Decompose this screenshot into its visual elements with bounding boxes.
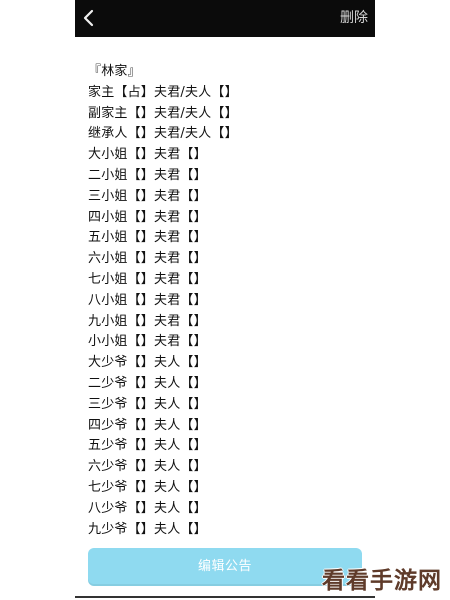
announcement-line: 九小姐【】夫君【】 xyxy=(88,313,207,329)
announcement-line: 六少爷【】夫人【】 xyxy=(88,459,207,475)
announcement-line: 继承人【】夫君/夫人【】 xyxy=(88,126,238,142)
announcement-line: 小小姐【】夫君【】 xyxy=(88,334,207,350)
announcement-line: 大小姐【】夫君【】 xyxy=(88,147,207,163)
announcement-line: 六小姐【】夫君【】 xyxy=(88,251,207,267)
edit-announcement-label: 编辑公告 xyxy=(197,559,252,574)
announcement-line: 五小姐【】夫君【】 xyxy=(88,230,207,246)
edit-announcement-button[interactable]: 编辑公告 xyxy=(88,548,362,586)
announcement-line: 三小姐【】夫君【】 xyxy=(88,188,207,204)
announcement-line: 副家主【】夫君/夫人【】 xyxy=(88,105,238,121)
announcement-line: 二小姐【】夫君【】 xyxy=(88,167,207,183)
announcement-line: 四小姐【】夫君【】 xyxy=(88,209,207,225)
announcement-text: 『林家』 家主【占】夫君/夫人【】 副家主【】夫君/夫人【】 继承人【】夫君/夫… xyxy=(88,62,348,540)
top-bar xyxy=(75,0,375,37)
announcement-line: 八少爷【】夫人【】 xyxy=(88,500,207,516)
announcement-line: 七少爷【】夫人【】 xyxy=(88,479,207,495)
chevron-left-icon[interactable] xyxy=(80,9,98,27)
announcement-line: 七小姐【】夫君【】 xyxy=(88,271,207,287)
announcement-line: 二少爷【】夫人【】 xyxy=(88,375,207,391)
bottom-border xyxy=(75,596,375,598)
announcement-page: 删除 『林家』 家主【占】夫君/夫人【】 副家主【】夫君/夫人【】 继承人【】夫… xyxy=(0,0,450,600)
announcement-line: 三少爷【】夫人【】 xyxy=(88,396,207,412)
announcement-line: 家主【占】夫君/夫人【】 xyxy=(88,84,238,100)
announcement-line: 四少爷【】夫人【】 xyxy=(88,417,207,433)
announcement-line: 九少爷【】夫人【】 xyxy=(88,521,207,537)
announcement-line: 大少爷【】夫人【】 xyxy=(88,355,207,371)
delete-button[interactable]: 删除 xyxy=(340,10,368,26)
announcement-line: 五少爷【】夫人【】 xyxy=(88,438,207,454)
watermark-text: 看看手游网 xyxy=(322,568,442,594)
announcement-line: 『林家』 xyxy=(88,64,141,79)
announcement-line: 八小姐【】夫君【】 xyxy=(88,292,207,308)
